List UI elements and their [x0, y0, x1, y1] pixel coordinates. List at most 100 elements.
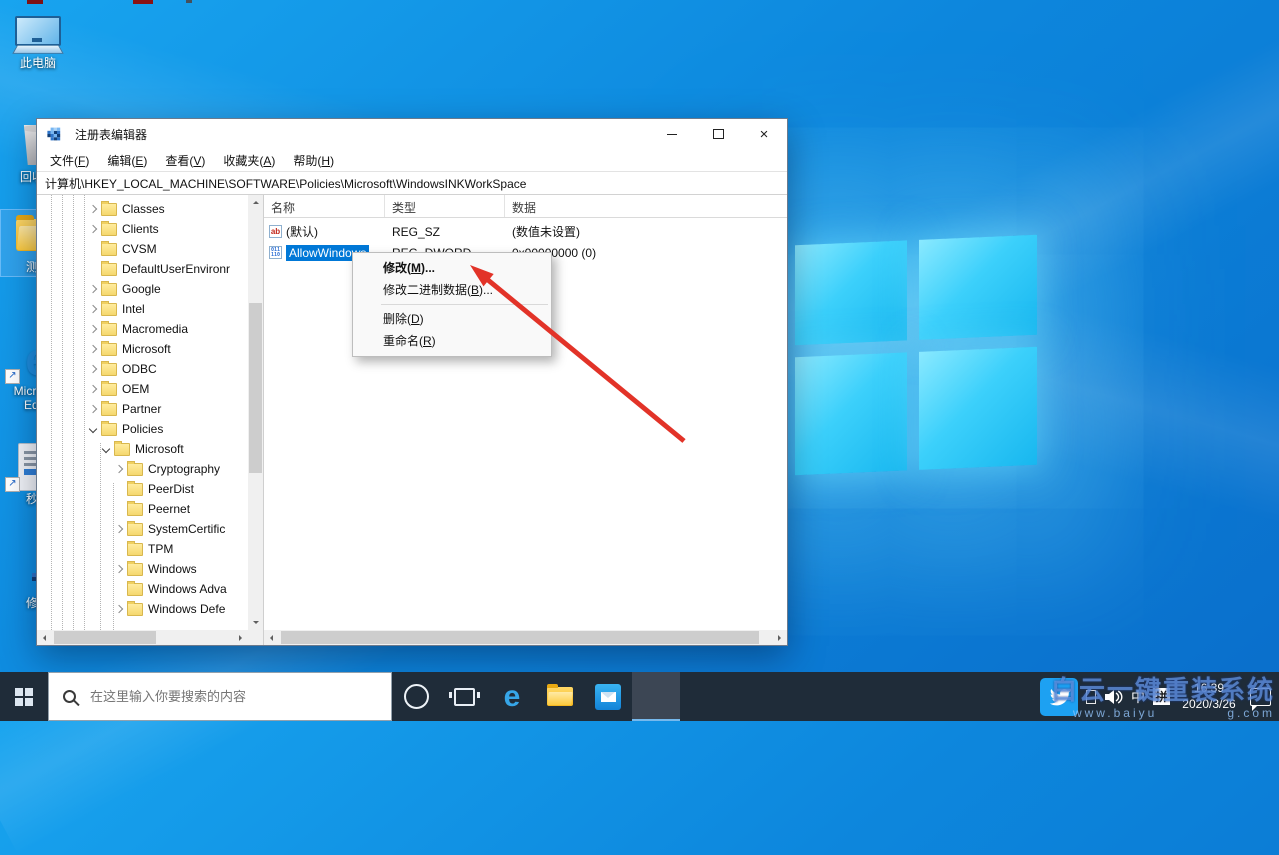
tree-item-clients[interactable]: Clients	[37, 219, 248, 239]
tree-expander-icon[interactable]	[113, 466, 125, 472]
column-header-type[interactable]: 类型	[385, 195, 505, 217]
ime-pinyin-indicator[interactable]: 拼	[1153, 688, 1170, 705]
taskbar-clock[interactable]: 16:39 2020/3/26	[1178, 681, 1240, 712]
tree-expander-icon[interactable]	[113, 566, 125, 572]
folder-icon	[127, 563, 143, 576]
tree-expander-icon[interactable]	[100, 446, 112, 452]
tree-item-google[interactable]: Google	[37, 279, 248, 299]
regedit-taskbar-button[interactable]	[632, 672, 680, 721]
tree-expander-icon[interactable]	[87, 406, 99, 412]
volume-icon[interactable]	[1104, 689, 1123, 705]
context-menu-item[interactable]: 删除(D)	[353, 308, 551, 330]
tray-app-icon[interactable]	[1086, 690, 1096, 704]
scrollbar-thumb[interactable]	[281, 631, 759, 644]
tree-item-windows-adva[interactable]: Windows Adva	[37, 579, 248, 599]
tree-expander-icon[interactable]	[87, 386, 99, 392]
tree-item-microsoft[interactable]: Microsoft	[37, 339, 248, 359]
context-menu-item[interactable]: 重命名(R)	[353, 330, 551, 352]
column-header-name[interactable]: 名称	[264, 195, 385, 217]
tree-expander-icon[interactable]	[87, 306, 99, 312]
list-header: 名称 类型 数据	[264, 195, 787, 218]
context-menu-item[interactable]: 修改(M)...	[353, 257, 551, 279]
tree-horizontal-scrollbar[interactable]	[37, 630, 248, 645]
column-header-data[interactable]: 数据	[505, 195, 787, 217]
tree-expander-icon[interactable]	[113, 526, 125, 532]
folder-icon	[101, 383, 117, 396]
start-button[interactable]	[0, 672, 48, 721]
tree-expander-icon[interactable]	[113, 546, 125, 552]
cortana-button[interactable]	[392, 672, 440, 721]
scroll-right-arrow[interactable]	[233, 630, 248, 645]
twitter-taskbar-button[interactable]	[1040, 678, 1078, 716]
search-input[interactable]	[88, 688, 391, 705]
value-row[interactable]: ab(默认) REG_SZ (数值未设置)	[264, 221, 787, 242]
tree-expander-icon[interactable]	[87, 286, 99, 292]
tree-item-macromedia[interactable]: Macromedia	[37, 319, 248, 339]
tree-expander-icon[interactable]	[87, 366, 99, 372]
taskbar-search[interactable]	[48, 672, 392, 721]
tree-item-peernet[interactable]: Peernet	[37, 499, 248, 519]
tree-item-microsoft[interactable]: Microsoft	[37, 439, 248, 459]
scroll-up-arrow[interactable]	[248, 195, 263, 210]
twitter-bird-icon	[1048, 685, 1071, 708]
tree-item-oem[interactable]: OEM	[37, 379, 248, 399]
scrollbar-corner	[248, 630, 263, 645]
tree-expander-icon[interactable]	[113, 586, 125, 592]
tree-item-cryptography[interactable]: Cryptography	[37, 459, 248, 479]
list-horizontal-scrollbar[interactable]	[264, 630, 787, 645]
tree-item-odbc[interactable]: ODBC	[37, 359, 248, 379]
reg-dword-icon: 011110	[269, 246, 282, 259]
tree-item-peerdist[interactable]: PeerDist	[37, 479, 248, 499]
tree-expander-icon[interactable]	[113, 486, 125, 492]
tree-expander-icon[interactable]	[87, 246, 99, 252]
scrollbar-thumb[interactable]	[249, 303, 262, 473]
tree-item-windows[interactable]: Windows	[37, 559, 248, 579]
task-view-button[interactable]	[440, 672, 488, 721]
address-bar[interactable]: 计算机\HKEY_LOCAL_MACHINE\SOFTWARE\Policies…	[37, 171, 787, 195]
scrollbar-thumb[interactable]	[54, 631, 156, 644]
folder-icon	[101, 363, 117, 376]
tree-expander-icon[interactable]	[87, 426, 99, 432]
registry-tree: Classes Clients CVSM DefaultUserEnvironr…	[37, 195, 248, 630]
tree-expander-icon[interactable]	[87, 226, 99, 232]
scroll-left-arrow[interactable]	[37, 630, 52, 645]
tree-item-classes[interactable]: Classes	[37, 199, 248, 219]
ime-language-indicator[interactable]: 中	[1131, 687, 1145, 707]
scroll-left-arrow[interactable]	[264, 630, 279, 645]
minimize-button[interactable]	[649, 119, 695, 149]
mail-taskbar-button[interactable]	[584, 672, 632, 721]
tree-expander-icon[interactable]	[113, 606, 125, 612]
tree-expander-icon[interactable]	[87, 266, 99, 272]
scroll-right-arrow[interactable]	[772, 630, 787, 645]
tree-expander-icon[interactable]	[87, 326, 99, 332]
folder-icon	[127, 583, 143, 596]
tree-expander-icon[interactable]	[113, 506, 125, 512]
action-center-icon[interactable]	[1250, 688, 1271, 706]
tree-item-systemcertific[interactable]: SystemCertific	[37, 519, 248, 539]
menu-item[interactable]: 编辑(E)	[98, 150, 156, 171]
title-bar[interactable]: 注册表编辑器 ×	[37, 119, 787, 149]
file-explorer-taskbar-button[interactable]	[536, 672, 584, 721]
tree-item-partner[interactable]: Partner	[37, 399, 248, 419]
maximize-button[interactable]	[695, 119, 741, 149]
menu-item[interactable]: 文件(F)	[41, 150, 98, 171]
desktop-icon-this-pc[interactable]: 此电脑	[1, 6, 75, 72]
tree-item-intel[interactable]: Intel	[37, 299, 248, 319]
tree-item-cvsm[interactable]: CVSM	[37, 239, 248, 259]
tree-item-defaultuserenvironr[interactable]: DefaultUserEnvironr	[37, 259, 248, 279]
close-button[interactable]: ×	[741, 119, 787, 149]
tree-item-windows-defe[interactable]: Windows Defe	[37, 599, 248, 619]
menu-item[interactable]: 收藏夹(A)	[214, 150, 284, 171]
scroll-down-arrow[interactable]	[248, 615, 263, 630]
tree-expander-icon[interactable]	[87, 206, 99, 212]
folder-icon	[114, 443, 130, 456]
menu-item[interactable]: 查看(V)	[156, 150, 214, 171]
tree-vertical-scrollbar[interactable]	[248, 195, 263, 630]
tree-item-policies[interactable]: Policies	[37, 419, 248, 439]
folder-icon	[127, 503, 143, 516]
tree-item-tpm[interactable]: TPM	[37, 539, 248, 559]
tree-expander-icon[interactable]	[87, 346, 99, 352]
context-menu-item[interactable]: 修改二进制数据(B)...	[353, 279, 551, 301]
menu-item[interactable]: 帮助(H)	[284, 150, 343, 171]
edge-taskbar-button[interactable]: e	[488, 672, 536, 721]
